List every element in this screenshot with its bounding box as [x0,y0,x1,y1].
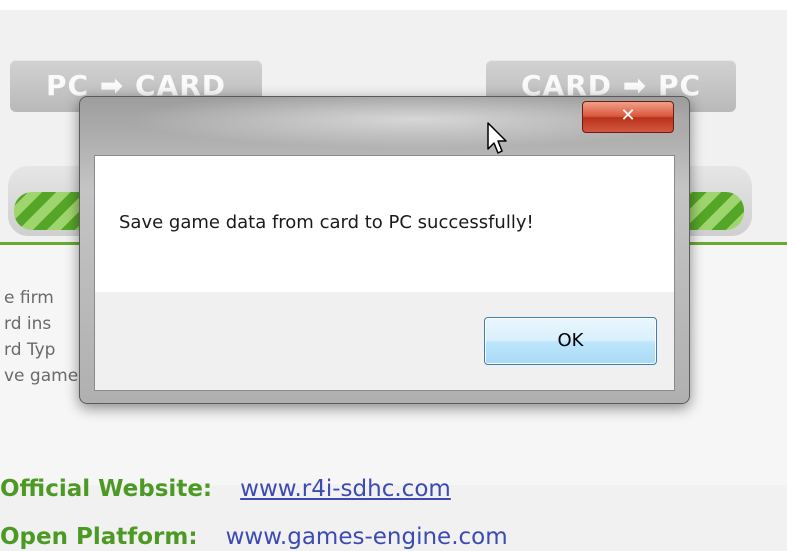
dialog-button-row: OK [95,292,674,390]
official-website-link[interactable]: www.r4i-sdhc.com [240,476,451,502]
official-website-label: Official Website: [0,476,213,502]
mouse-cursor-icon [487,122,507,154]
top-strip [0,0,787,10]
dialog-body: Save game data from card to PC successfu… [94,155,675,391]
dialog-message: Save game data from card to PC successfu… [119,212,534,233]
close-button[interactable]: ✕ [582,101,674,133]
official-website-row: Official Website: www.r4i-sdhc.com [0,476,451,502]
open-platform-link[interactable]: www.games-engine.com [226,524,508,550]
open-platform-row: Open Platform: www.games-engine.com [0,524,508,550]
ok-button[interactable]: OK [484,317,657,365]
close-icon: ✕ [620,105,636,126]
message-dialog: ✕ Save game data from card to PC success… [79,96,690,404]
open-platform-label: Open Platform: [0,524,198,550]
